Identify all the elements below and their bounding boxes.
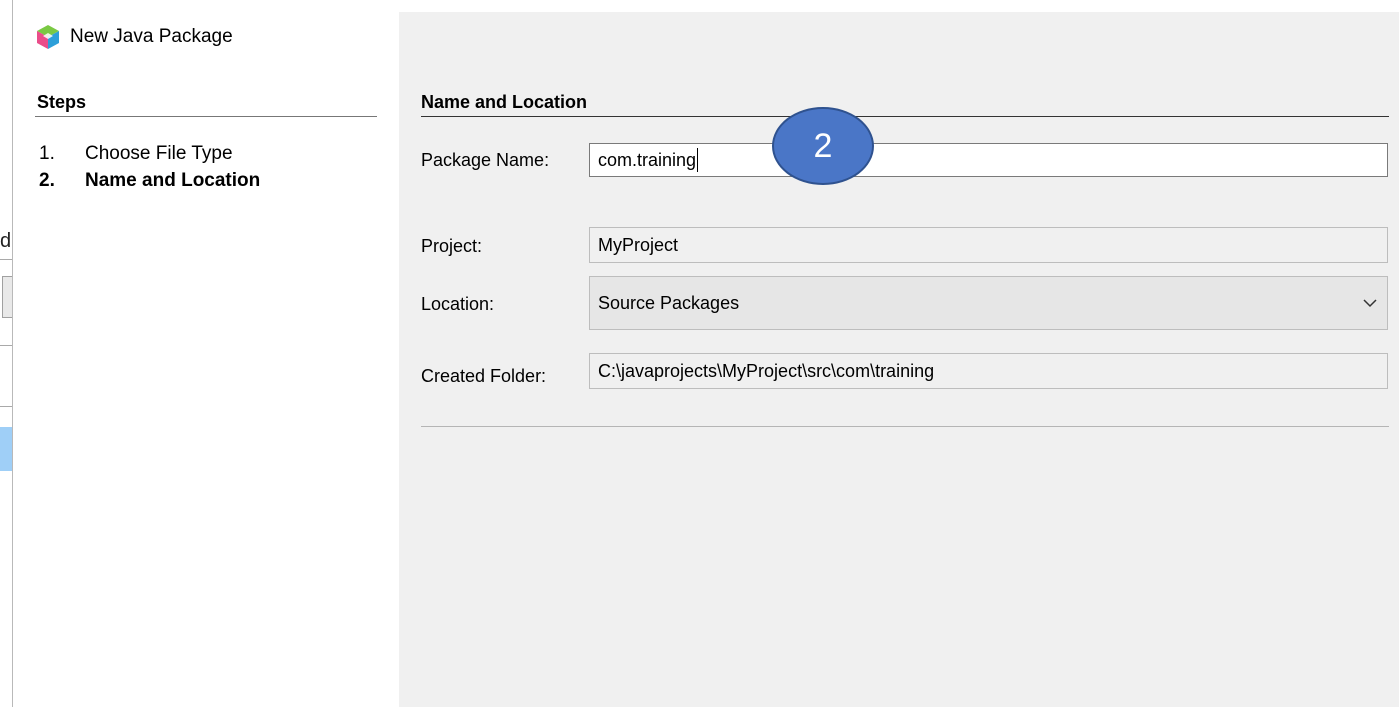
step-label: Choose File Type (85, 143, 233, 164)
package-name-input[interactable]: com.training (589, 143, 1388, 177)
project-label: Project: (421, 236, 483, 256)
bottom-divider (421, 426, 1389, 427)
location-value: Source Packages (598, 292, 740, 313)
background-window-text: d (0, 230, 12, 252)
background-divider (0, 259, 12, 260)
steps-divider (35, 116, 377, 117)
step-label: Name and Location (85, 170, 261, 191)
created-folder-label: Created Folder: (421, 366, 547, 386)
steps-heading: Steps (37, 92, 87, 112)
project-field: MyProject (589, 227, 1388, 263)
step-number: 2. (39, 170, 55, 191)
project-value: MyProject (598, 234, 679, 255)
background-window-fragment: d (0, 0, 13, 707)
netbeans-cube-icon (35, 24, 61, 50)
background-selected-row[interactable] (0, 427, 12, 471)
created-folder-field: C:\javaprojects\MyProject\src\com\traini… (589, 353, 1388, 389)
dialog-title: New Java Package (70, 26, 233, 47)
location-dropdown[interactable]: Source Packages (589, 276, 1388, 330)
created-folder-value: C:\javaprojects\MyProject\src\com\traini… (598, 360, 935, 381)
package-name-label: Package Name: (421, 150, 550, 170)
name-and-location-panel: Name and Location Package Name: com.trai… (399, 12, 1399, 707)
step-name-and-location: 2. Name and Location (39, 170, 260, 192)
text-cursor (697, 148, 699, 172)
package-name-value: com.training (598, 149, 697, 170)
chevron-down-icon (1363, 299, 1377, 308)
steps-pane: Steps 1. Choose File Type 2. Name and Loca… (13, 74, 399, 707)
step-callout-badge: 2 (772, 107, 874, 185)
section-divider (421, 116, 1389, 117)
new-java-package-dialog: New Java Package × Steps 1.Choose File T… (12, 0, 1399, 707)
step-choose-file-type: 1. Choose File Type (39, 143, 233, 165)
section-heading: Name and Location (421, 92, 588, 112)
background-divider (0, 345, 12, 346)
step-number: 1. (39, 143, 55, 164)
location-label: Location: (421, 294, 495, 314)
